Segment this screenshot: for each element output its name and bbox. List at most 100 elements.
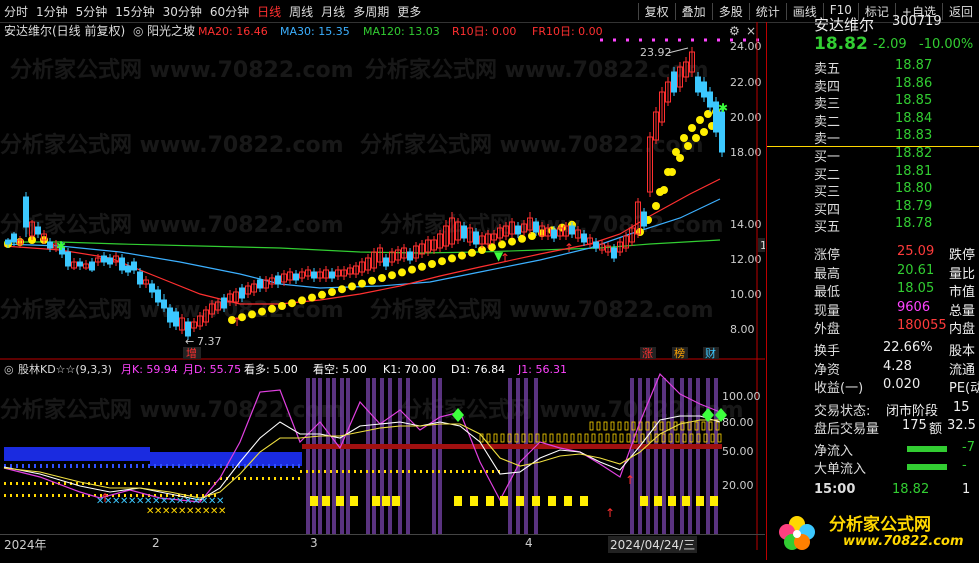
price-row: 18.82 -2.09 -10.00% xyxy=(767,34,979,56)
candle-body xyxy=(77,261,83,267)
signal-dot xyxy=(248,310,256,319)
dot xyxy=(474,470,476,473)
dot xyxy=(172,482,174,485)
x-axis: 2024年 2 3 4 2024/04/24/三 xyxy=(0,534,765,553)
kline-chart[interactable]: 安达维尔(日线 前复权) ◎ 阳光之坡 MA20: 16.46 MA30: 15… xyxy=(0,22,794,550)
dot xyxy=(94,464,96,468)
signal-dot xyxy=(458,251,466,260)
level-label: 卖三 xyxy=(814,97,841,113)
period-tab-3[interactable]: 15分钟 xyxy=(111,3,158,20)
dot xyxy=(16,464,18,468)
stat-row: 最高 20.61 量比 xyxy=(814,262,976,282)
dot xyxy=(250,477,252,480)
butterfly-icon: ✕ xyxy=(218,506,226,517)
period-tab-0[interactable]: 分时 xyxy=(0,3,32,20)
ask-row[interactable]: 卖四 18.86 xyxy=(767,76,979,95)
red-arrow-icon-2: ↑ xyxy=(605,506,615,520)
chart-area[interactable]: 安达维尔(日线 前复权) ◎ 阳光之坡 MA20: 16.46 MA30: 15… xyxy=(0,22,794,550)
candle-body xyxy=(11,233,17,243)
period-tab-10[interactable]: 更多 xyxy=(393,3,425,20)
yellow-block xyxy=(310,496,318,506)
dot xyxy=(274,477,276,480)
dot xyxy=(58,494,60,497)
signal-dot xyxy=(680,134,688,142)
flower-logo-icon xyxy=(779,516,815,550)
bid-row[interactable]: 买四 18.79 xyxy=(767,199,979,218)
signal-dot xyxy=(278,302,286,310)
dot xyxy=(58,464,60,468)
dot xyxy=(244,477,246,480)
purple-bar xyxy=(714,378,718,534)
dot xyxy=(160,464,162,468)
yellow-blocks xyxy=(310,496,718,506)
action-button-0[interactable]: 复权 xyxy=(637,2,675,20)
dot xyxy=(312,470,314,473)
period-tab-5[interactable]: 60分钟 xyxy=(206,3,253,20)
dot xyxy=(46,482,48,485)
yellow-block xyxy=(640,496,648,506)
purple-bar xyxy=(318,378,322,534)
period-tab-9[interactable]: 多周期 xyxy=(349,3,393,20)
dot xyxy=(493,433,498,443)
svg-text:分析家公式网 www.70822.com: 分析家公式网 www.70822.com xyxy=(370,297,714,323)
ask-row[interactable]: 卖二 18.84 xyxy=(767,111,979,130)
dark-red-band xyxy=(302,444,722,449)
period-tab-1[interactable]: 1分钟 xyxy=(32,3,72,20)
signal-dot xyxy=(672,148,680,156)
bid-row[interactable]: 买一 18.82 xyxy=(767,146,979,165)
ask-row[interactable]: 卖三 18.85 xyxy=(767,93,979,113)
sub-name: 股林KD☆☆(9,3,3) xyxy=(18,362,112,376)
purple-bar xyxy=(534,378,538,534)
period-tab-7[interactable]: 周线 xyxy=(285,3,317,20)
dot xyxy=(468,470,470,473)
dot xyxy=(268,464,270,468)
price-tag: 12.23 xyxy=(760,239,765,252)
bid-row[interactable]: 买五 18.78 xyxy=(767,216,979,235)
bid-row[interactable]: 买三 18.80 xyxy=(767,181,979,200)
dot xyxy=(432,470,434,473)
dot xyxy=(444,470,446,473)
signal-dot xyxy=(652,202,660,210)
period-tab-2[interactable]: 5分钟 xyxy=(72,3,112,20)
period-tab-6[interactable]: 日线 xyxy=(253,3,285,20)
dot xyxy=(717,433,722,443)
purple-bar xyxy=(312,378,316,534)
ask-row[interactable]: 卖一 18.83 xyxy=(767,128,979,147)
level-price: 18.85 xyxy=(895,93,933,109)
dot xyxy=(462,470,464,473)
price-tick: 8.00 xyxy=(730,323,755,336)
ma120-label: MA120: 13.03 xyxy=(363,25,440,38)
candle-body xyxy=(137,271,143,285)
dot xyxy=(142,464,144,468)
dot xyxy=(40,464,42,468)
period-tab-4[interactable]: 30分钟 xyxy=(159,3,206,20)
candle-body xyxy=(533,221,539,233)
signal-dot xyxy=(388,271,396,280)
ask-row[interactable]: 卖五 18.87 xyxy=(767,58,979,77)
candle-body xyxy=(239,287,245,299)
dot xyxy=(64,494,66,497)
stat-row-2: 收益(一) 0.020 PE(动 xyxy=(814,377,979,396)
dot xyxy=(617,421,622,431)
signal-dot xyxy=(498,240,506,249)
dot xyxy=(82,494,84,497)
candle-body xyxy=(107,257,113,265)
candle-body xyxy=(5,239,11,245)
candle-body xyxy=(695,76,701,93)
sub-tick: 80.00 xyxy=(722,416,754,429)
dot xyxy=(286,477,288,480)
blue-band-left xyxy=(4,447,150,461)
action-button-2[interactable]: 多股 xyxy=(711,2,749,20)
bid-row[interactable]: 买二 18.81 xyxy=(767,164,979,183)
x-label-feb: 2 xyxy=(152,536,160,550)
candle-body xyxy=(551,229,557,239)
svg-text:分析家公式网 www.70822.com: 分析家公式网 www.70822.com xyxy=(400,397,744,423)
period-tab-8[interactable]: 月线 xyxy=(317,3,349,20)
dot xyxy=(184,464,186,468)
signal-dot xyxy=(288,299,296,308)
dot xyxy=(160,482,162,485)
dot xyxy=(354,470,356,473)
sub-tick: 50.00 xyxy=(722,445,754,458)
yellow-block xyxy=(532,496,540,506)
action-button-1[interactable]: 叠加 xyxy=(674,2,712,20)
